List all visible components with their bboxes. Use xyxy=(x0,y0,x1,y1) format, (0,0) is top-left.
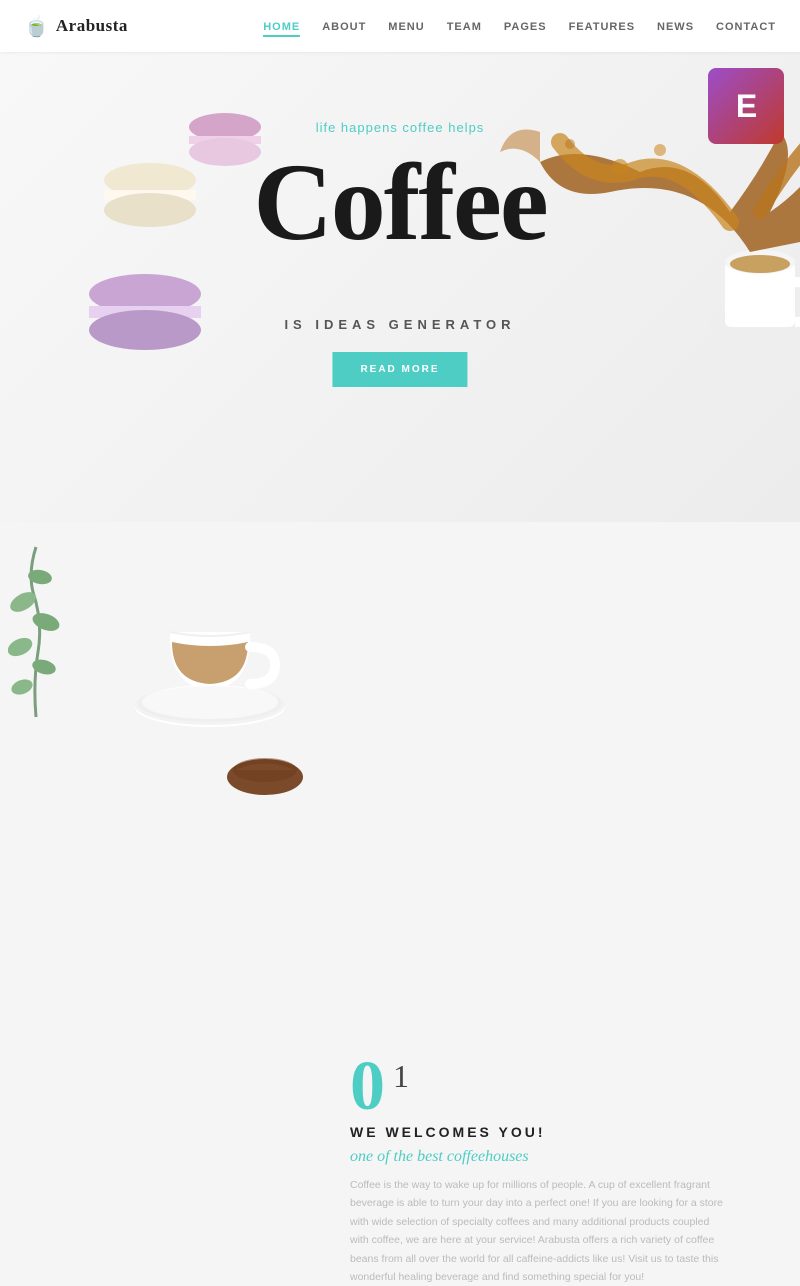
about-subheading: one of the best coffeehouses xyxy=(350,1148,780,1166)
nav-item-pages[interactable]: PAGES xyxy=(504,17,547,35)
brand-icon: 🍵 xyxy=(24,14,49,39)
macaron-bottom xyxy=(85,272,205,357)
nav-item-news[interactable]: NEWS xyxy=(657,17,694,35)
hero-subtitle: life happens coffee helps xyxy=(316,120,485,135)
brand-name: Arabusta xyxy=(56,16,128,36)
nav-item-home[interactable]: HOME xyxy=(263,17,300,35)
hero-tagline: IS IDEAS GENERATOR xyxy=(284,317,515,332)
macaron-mid xyxy=(100,162,200,232)
chocolate-decoration xyxy=(225,742,305,802)
nav-item-team[interactable]: TEAM xyxy=(447,17,482,35)
nav-item-contact[interactable]: CONTACT xyxy=(716,17,776,35)
brand-logo[interactable]: 🍵 Arabusta xyxy=(24,14,128,39)
about-content: 0 1 WE WELCOMES YOU! one of the best cof… xyxy=(350,1052,780,1286)
navbar: 🍵 Arabusta HOME ABOUT MENU TEAM PAGES FE… xyxy=(0,0,800,52)
coffee-cup xyxy=(120,532,300,737)
about-section: 0 1 WE WELCOMES YOU! one of the best cof… xyxy=(0,522,800,800)
elementor-badge[interactable]: E xyxy=(708,68,784,144)
nav-menu: HOME ABOUT MENU TEAM PAGES FEATURES NEWS… xyxy=(263,17,776,35)
about-text: Coffee is the way to wake up for million… xyxy=(350,1176,730,1286)
about-heading: WE WELCOMES YOU! xyxy=(350,1124,780,1140)
nav-item-about[interactable]: ABOUT xyxy=(322,17,366,35)
hero-section: life happens coffee helps Coffee IS IDEA… xyxy=(0,52,800,522)
read-more-button[interactable]: READ MORE xyxy=(332,352,467,387)
about-number: 0 xyxy=(350,1052,385,1122)
elementor-badge-icon: E xyxy=(736,88,756,125)
nav-item-features[interactable]: FEATURES xyxy=(569,17,635,35)
hero-title: Coffee xyxy=(253,147,546,257)
nav-item-menu[interactable]: MENU xyxy=(388,17,424,35)
branch-decoration xyxy=(8,542,63,727)
